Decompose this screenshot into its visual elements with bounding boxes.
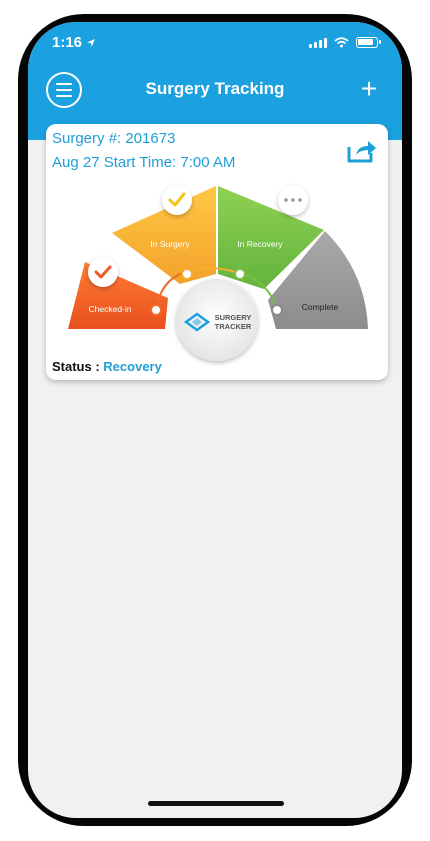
surgery-number: Surgery #: 201673 [52,130,176,147]
wifi-icon [334,36,349,47]
app-screen: 1:16 Surgery Tracking + SURGERY TRACKER … [28,22,402,818]
clock-time: 1:16 [52,34,83,51]
stage-label-complete: Complete [302,302,339,312]
status-value: Recovery [103,359,162,374]
surgery-card[interactable]: SURGERY TRACKER Checked-in In Surgery In… [46,124,388,380]
page-title: Surgery Tracking [145,79,285,98]
status-row: Status : Recovery [52,359,162,374]
checked-in-check-icon [88,257,118,287]
add-button[interactable]: + [352,72,386,106]
in-recovery-more-icon [278,185,308,215]
status-bar: 1:16 [28,22,402,66]
nav-bar: Surgery Tracking + [28,66,402,126]
clock: 1:16 [52,34,96,51]
surgery-start-time: Aug 27 Start Time: 7:00 AM [52,154,236,171]
stage-label-in-surgery: In Surgery [150,239,190,249]
home-indicator[interactable] [148,801,284,806]
menu-button[interactable] [46,72,82,108]
hamburger-icon [56,83,72,85]
battery-icon [356,36,381,48]
status-label: Status : [52,359,100,374]
location-arrow-icon [87,38,96,47]
signal-icon [309,36,327,48]
share-icon[interactable] [346,138,378,164]
logo-text-line2: TRACKER [215,322,252,331]
stage-segment-checked-in [68,262,168,329]
app-header: 1:16 Surgery Tracking + [28,22,402,140]
stage-label-in-recovery: In Recovery [237,239,283,249]
stage-label-checked-in: Checked-in [89,304,132,314]
logo-text-line1: SURGERY [215,313,252,322]
in-surgery-check-icon [162,185,192,215]
